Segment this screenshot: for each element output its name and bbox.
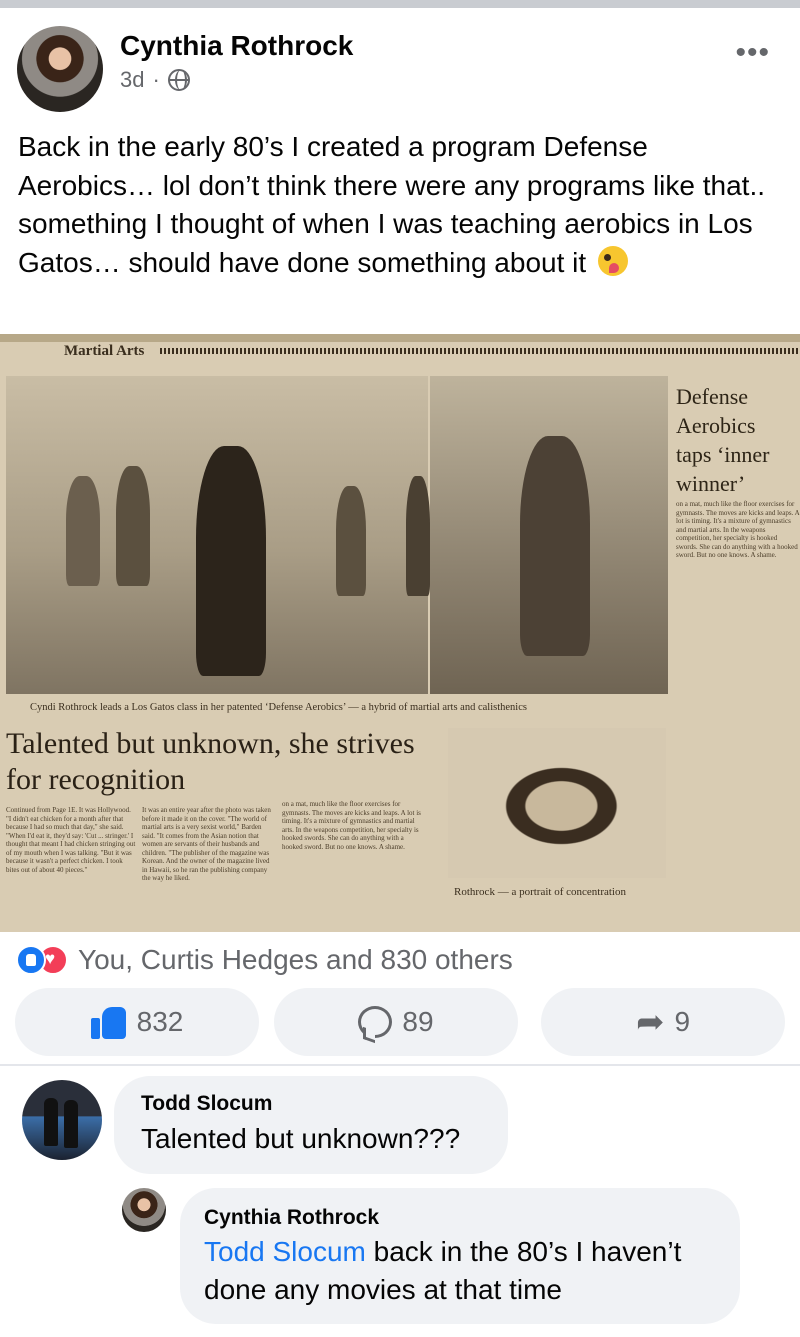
newspaper-rule xyxy=(160,348,800,354)
article-title-line: winner’ xyxy=(676,471,746,496)
thumbs-up-icon xyxy=(90,1005,127,1039)
comment-bubble-icon xyxy=(358,1006,393,1038)
more-options-icon[interactable]: ••• xyxy=(735,36,770,70)
like-count: 832 xyxy=(136,1006,184,1037)
student-figure xyxy=(336,486,366,596)
student-figure xyxy=(116,466,150,586)
top-bar xyxy=(0,0,800,8)
article-title: Defense Aerobics taps ‘inner winner’ xyxy=(676,382,800,498)
newspaper-section: Martial Arts xyxy=(64,343,145,359)
reply-mention-link[interactable]: Todd Slocum xyxy=(204,1236,366,1267)
article-side-column: on a mat, much like the floor exercises … xyxy=(676,500,800,559)
comment-author[interactable]: Todd Slocum xyxy=(141,1092,272,1116)
portrait-photo xyxy=(448,728,666,878)
comment-button[interactable]: 89 xyxy=(274,988,518,1056)
post-text: Back in the early 80’s I created a progr… xyxy=(18,131,766,278)
portrait-caption: Rothrock — a portrait of concentration xyxy=(454,886,626,898)
reply-body: Todd Slocum back in the 80’s I haven’t d… xyxy=(204,1233,724,1309)
article-column-1: Continued from Page 1E. It was Hollywood… xyxy=(6,806,136,874)
post-image[interactable]: Martial Arts Defense Aerobics taps ‘inne… xyxy=(0,334,800,932)
meta-separator: · xyxy=(152,67,160,92)
class-photo xyxy=(6,376,430,694)
article-title-line: Defense xyxy=(676,384,749,409)
photo-caption: Cyndi Rothrock leads a Los Gatos class i… xyxy=(30,702,527,713)
globe-icon xyxy=(167,69,190,91)
post-body: Back in the early 80’s I created a progr… xyxy=(18,128,778,282)
comment-text: Talented but unknown??? xyxy=(141,1123,461,1154)
post-author-name[interactable]: Cynthia Rothrock xyxy=(120,30,353,62)
article-title-line: Aerobics xyxy=(676,413,756,438)
like-button[interactable]: 832 xyxy=(15,988,259,1056)
like-reaction-icon xyxy=(16,945,46,975)
commenter-avatar[interactable] xyxy=(22,1080,102,1160)
article-column-3: on a mat, much like the floor exercises … xyxy=(282,800,421,851)
aerobics-figure xyxy=(520,436,590,656)
share-arrow-icon: ➦ xyxy=(635,1003,665,1041)
zany-face-emoji-icon xyxy=(597,245,628,276)
reactions-text: You, Curtis Hedges and 830 others xyxy=(78,944,513,975)
reply-author[interactable]: Cynthia Rothrock xyxy=(204,1206,379,1230)
newspaper-top-strip xyxy=(0,334,800,342)
article-column-2: It was an entire year after the photo wa… xyxy=(142,806,271,882)
post-time[interactable]: 3d xyxy=(120,67,144,93)
comment-count: 89 xyxy=(402,1006,434,1037)
student-figure xyxy=(66,476,100,586)
reactions-summary[interactable]: You, Curtis Hedges and 830 others xyxy=(16,944,513,976)
article-title-line: taps ‘inner xyxy=(676,442,770,467)
reply-avatar[interactable] xyxy=(122,1188,166,1232)
student-figure xyxy=(406,476,430,596)
instructor-figure xyxy=(196,446,266,676)
share-button[interactable]: ➦ 9 xyxy=(541,988,785,1056)
share-count: 9 xyxy=(674,1006,691,1037)
leotard-photo xyxy=(430,376,668,694)
author-avatar[interactable] xyxy=(17,26,103,112)
post-meta: 3d · xyxy=(120,67,190,93)
divider xyxy=(0,1064,800,1066)
article-headline: Talented but unknown, she strives for re… xyxy=(6,727,415,796)
